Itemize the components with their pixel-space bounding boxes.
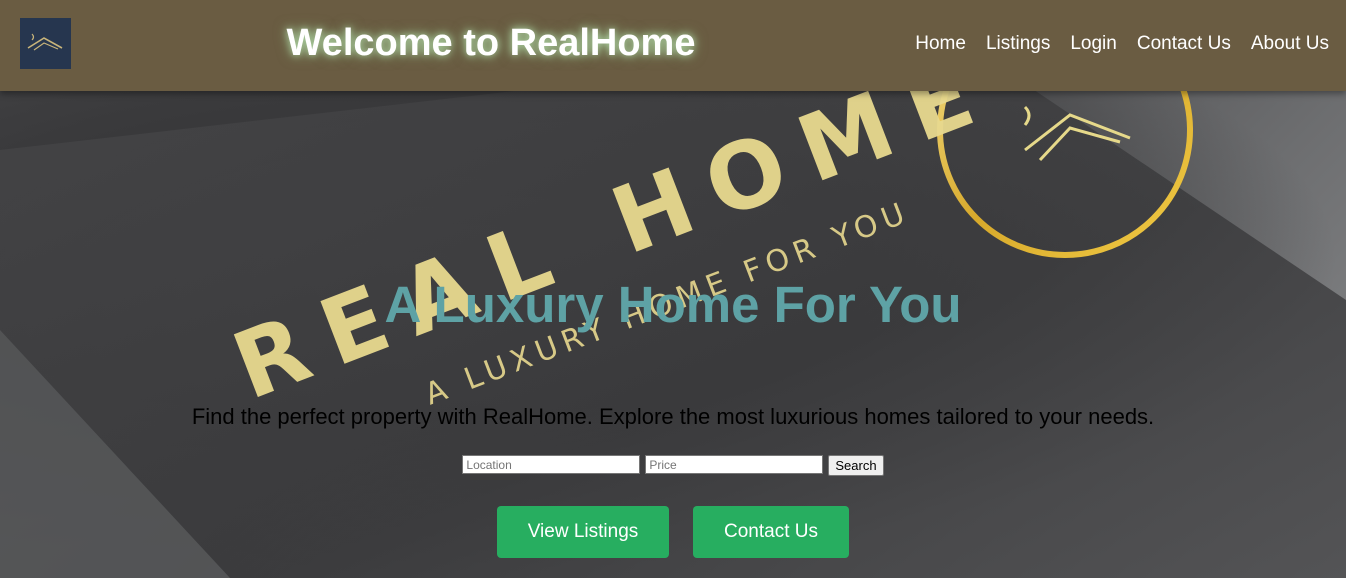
location-input[interactable] (462, 455, 641, 474)
hero-cta-group: View Listings Contact Us (0, 506, 1346, 558)
nav-home-link[interactable]: Home (915, 33, 966, 55)
site-header: Welcome to RealHome Home Listings Login … (0, 0, 1346, 91)
search-button[interactable]: Search (828, 455, 884, 476)
nav-about-link[interactable]: About Us (1251, 33, 1329, 55)
site-title: Welcome to RealHome (286, 22, 696, 64)
hero-subheading: Find the perfect property with RealHome.… (191, 404, 1155, 429)
price-input[interactable] (645, 455, 824, 474)
property-search-form: Search (0, 455, 1346, 476)
page: REAL HOME A LUXURY HOME FOR YOU Welcome … (0, 0, 1346, 578)
nav-listings-link[interactable]: Listings (986, 33, 1050, 55)
view-listings-button[interactable]: View Listings (497, 506, 669, 558)
nav-login-link[interactable]: Login (1070, 33, 1117, 55)
main-nav: Home Listings Login Contact Us About Us (915, 33, 1329, 55)
nav-contact-link[interactable]: Contact Us (1137, 33, 1231, 55)
contact-us-button[interactable]: Contact Us (693, 506, 849, 558)
hero-heading: A Luxury Home For You (384, 276, 962, 333)
